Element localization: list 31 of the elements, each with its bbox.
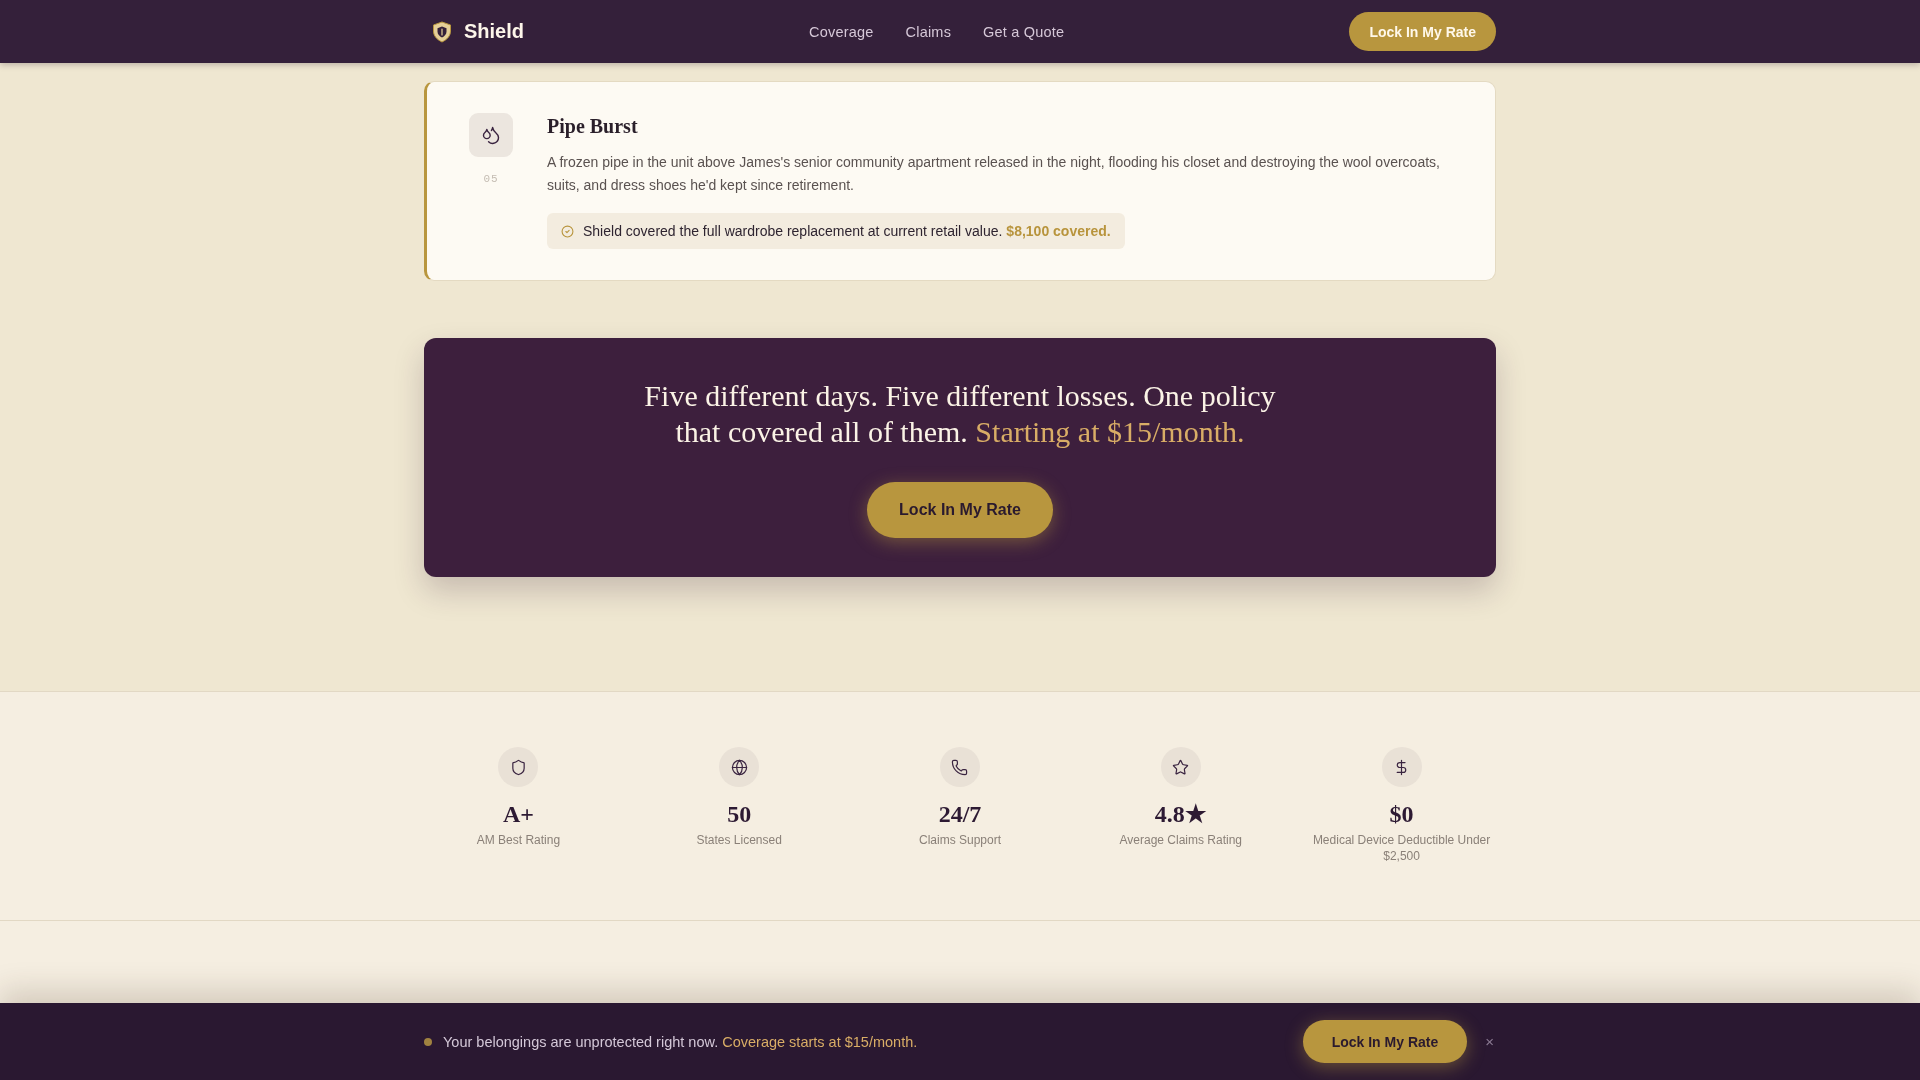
phone-icon xyxy=(940,747,980,787)
cta-heading: Five different days. Five different losses. One policy that covered all of them. Starting at $15/month. xyxy=(643,378,1277,450)
lock-rate-button[interactable]: Lock In My Rate xyxy=(867,482,1053,538)
dot-icon xyxy=(424,1037,432,1046)
brand-name: Shield xyxy=(464,20,524,43)
stat-label: Claims Support xyxy=(918,832,1001,848)
stat-label: Average Claims Rating xyxy=(1119,832,1243,848)
globe-icon xyxy=(719,747,760,787)
dollar-sign-icon xyxy=(1381,747,1422,787)
close-button[interactable]: × xyxy=(1483,1033,1496,1050)
story-number: 05 xyxy=(483,173,499,185)
shield-icon xyxy=(498,747,539,787)
story-title: Pipe Burst xyxy=(547,114,638,139)
stat-value: $0 xyxy=(1389,800,1414,829)
stat-value: 50 xyxy=(727,800,752,829)
story-description: A frozen pipe in the unit above James's senior community apartment released in the night, flooding his closet and destroying the wool overcoats, suits, and dress shoes he'd kept since retirement. xyxy=(547,153,1441,195)
outcome-text: Shield covered the full wardrobe replacement at current retail value. $8,100 covered. xyxy=(583,223,1111,239)
shield-logo-icon xyxy=(432,20,452,43)
nav-link[interactable]: Claims xyxy=(905,23,952,40)
lock-rate-button[interactable]: Lock In My Rate xyxy=(1302,1020,1468,1063)
stat-value: 24/7 xyxy=(938,800,982,829)
stat-value: A+ xyxy=(502,800,534,829)
stat-label: Medical Device Deductible Under $2,500 xyxy=(1311,832,1492,864)
stat-value: 4.8★ xyxy=(1154,800,1207,829)
nav-link[interactable]: Coverage xyxy=(809,23,874,40)
stat-label: States Licensed xyxy=(696,832,782,848)
check-circle-icon xyxy=(561,224,574,238)
droplets-icon xyxy=(469,113,513,157)
nav-link[interactable]: Get a Quote xyxy=(983,23,1065,40)
stat-label: AM Best Rating xyxy=(476,832,561,848)
banner-message: Your belongings are unprotected right now. Coverage starts at $15/month. xyxy=(443,1033,919,1050)
